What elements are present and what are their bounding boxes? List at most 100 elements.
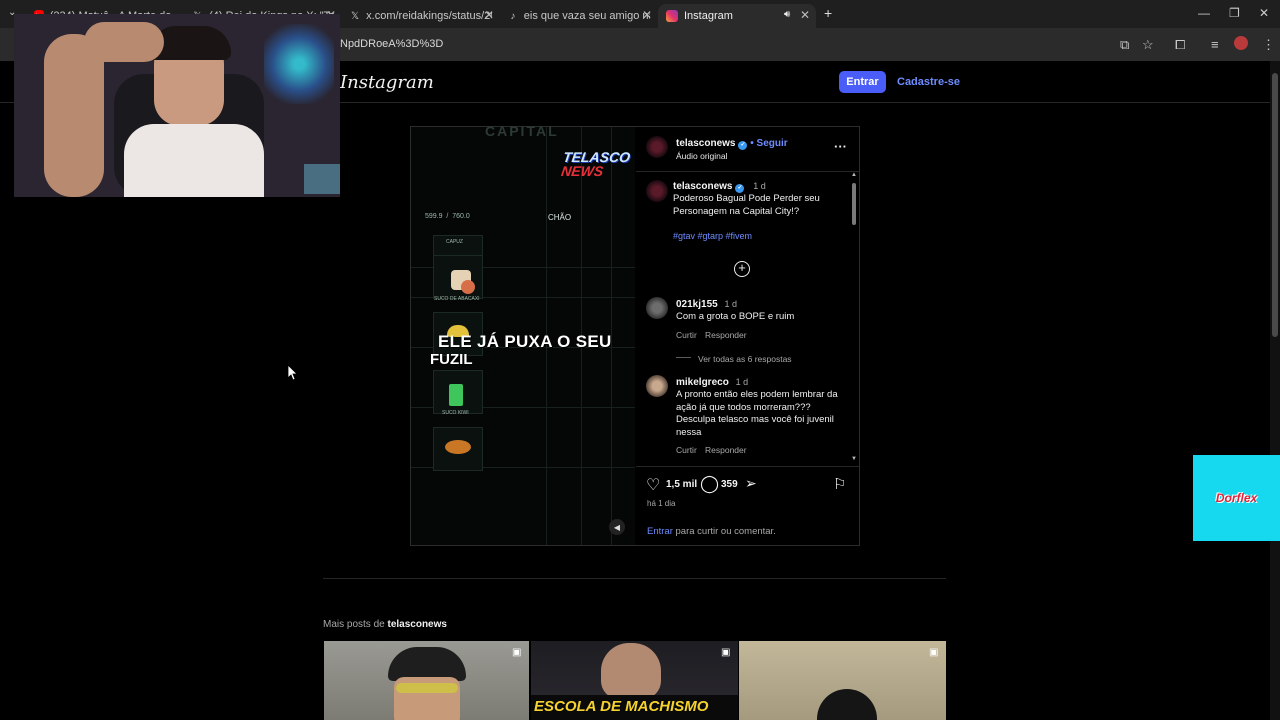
follow-button[interactable]: • Seguir [750, 138, 787, 149]
signup-link[interactable]: Cadastre-se [897, 76, 960, 88]
floor-label: CHÃO [548, 213, 572, 222]
post-age: há 1 dia [647, 499, 676, 508]
profile-avatar[interactable] [1234, 36, 1248, 50]
logo-line-2: NEWS [560, 163, 605, 179]
person-head [601, 643, 661, 699]
video-overlay-title-2: FUZIL [430, 351, 473, 368]
post-author-username[interactable]: telasconews [676, 138, 735, 149]
comments-scrollbar[interactable]: ▲ ▼ [851, 172, 857, 464]
login-prompt-text: para curtir ou comentar. [672, 526, 776, 537]
login-button[interactable]: Entrar [839, 71, 886, 93]
avatar[interactable] [646, 297, 668, 319]
share-icon[interactable]: ➢ [745, 475, 757, 492]
caption-username[interactable]: telasconews [673, 181, 732, 192]
tab-3[interactable]: 𝕏 x.com/reidakings/status/20295 ✕ [342, 4, 500, 28]
post-thumbnail[interactable]: ESCOLA DE MACHISMO ▣ [531, 641, 738, 720]
more-posts-heading: Mais posts de telasconews [323, 619, 447, 630]
tab-title: x.com/reidakings/status/20295 [366, 10, 492, 22]
login-prompt: Entrar para curtir ou comentar. [647, 526, 776, 539]
tab-instagram[interactable]: Instagram 🔊︎ ✕ [658, 4, 816, 28]
x-icon: 𝕏 [351, 10, 360, 22]
comment-username[interactable]: 021kj155 [676, 299, 718, 310]
page-scrollbar[interactable] [1270, 61, 1280, 720]
post-author-row: telasconews ✓ • Seguir [676, 138, 788, 150]
reply-link[interactable]: Responder [705, 445, 747, 455]
avatar[interactable] [646, 136, 668, 158]
caption-hashtags[interactable]: #gtav #gtarp #fivem [673, 230, 752, 243]
restore-icon[interactable]: ❐ [1229, 6, 1240, 20]
comment-time: 1 d [724, 299, 738, 309]
tab-4[interactable]: ♪ eis que vaza seu amigo na igrej ✕ [500, 4, 658, 28]
login-link[interactable]: Entrar [647, 526, 673, 537]
item-label: CAPUZ [446, 239, 463, 245]
scroll-down-icon[interactable]: ▼ [851, 456, 857, 462]
caption-header: telasconews ✓ 1 d [673, 181, 766, 193]
more-options-icon[interactable]: ··· [834, 139, 847, 154]
comment-username[interactable]: mikelgreco [676, 377, 729, 388]
close-window-icon[interactable]: ✕ [1259, 6, 1269, 20]
close-tab-icon[interactable]: ✕ [800, 8, 810, 22]
like-count[interactable]: 1,5 mil [666, 479, 697, 490]
item-label: SUCO DE ABACAXI [434, 296, 480, 302]
video-overlay-title: ELE JÁ PUXA O SEU [438, 332, 612, 351]
post-action-bar: ♡ 1,5 mil ◯ 359 ➢ ⚐ há 1 dia Entrar para… [636, 466, 859, 546]
comment-header: mikelgreco 1 d [676, 377, 748, 388]
food-item-icon [445, 440, 471, 454]
close-tab-icon[interactable]: ✕ [642, 8, 652, 22]
telasco-news-logo: TELASCO NEWS [560, 149, 632, 182]
avatar[interactable] [646, 180, 668, 202]
audio-label[interactable]: Áudio original [676, 151, 728, 161]
close-tab-icon[interactable]: ✕ [484, 8, 494, 22]
more-posts-username[interactable]: telasconews [387, 619, 446, 630]
tab-title: eis que vaza seu amigo na igrej [523, 10, 650, 22]
monitor-glow [264, 24, 334, 104]
like-comment-link[interactable]: Curtir [676, 330, 697, 340]
fruit-item-icon [461, 280, 475, 294]
tiktok-icon: ♪ [510, 10, 516, 22]
mute-toggle-icon[interactable]: ◀︎ [609, 519, 625, 535]
shirt [124, 124, 264, 197]
beanie [388, 647, 466, 681]
comment-time: 1 d [735, 377, 749, 387]
reply-link[interactable]: Responder [705, 330, 747, 340]
tab-title: Instagram [684, 10, 733, 22]
save-bookmark-icon[interactable]: ⚐ [833, 475, 846, 493]
speaker-icon[interactable]: 🔊︎ [784, 9, 790, 20]
view-replies-link[interactable]: Ver todas as 6 respostas [698, 354, 792, 364]
install-app-icon[interactable]: ⧉ [1120, 37, 1129, 53]
caption-text: Poderoso Bagual Pode Perder seu Personag… [673, 193, 820, 217]
post-thumbnail[interactable]: ▣ [324, 641, 529, 720]
verified-badge-icon: ✓ [735, 184, 745, 193]
url-text[interactable]: NpdDRoeA%3D%3D [340, 38, 443, 50]
load-more-comments-icon[interactable]: + [734, 261, 750, 277]
avatar[interactable] [646, 375, 668, 397]
cap [817, 689, 877, 720]
caption-time: 1 d [753, 181, 766, 191]
logo-line-1: TELASCO [562, 149, 632, 165]
heart-icon[interactable]: ♡ [646, 475, 660, 495]
comment-icon[interactable]: ◯ [700, 474, 719, 494]
bookmark-star-icon[interactable]: ☆ [1142, 37, 1154, 53]
hand [84, 22, 164, 62]
video-capital-text: CAPITAL [485, 123, 559, 139]
post-thumbnail[interactable]: ▣ [739, 641, 946, 720]
new-tab-icon[interactable]: + [824, 5, 832, 21]
browser-menu-icon[interactable]: ⋮ [1262, 37, 1275, 53]
comment-count[interactable]: 359 [721, 479, 738, 490]
minimize-icon[interactable]: — [1198, 6, 1210, 20]
dorflex-ad[interactable]: Dorflex [1193, 455, 1280, 541]
comment-text: Com a grota o BOPE e ruim [676, 311, 795, 322]
instagram-logo[interactable]: Instagram [340, 72, 434, 93]
reel-icon: ▣ [512, 647, 522, 658]
extensions-icon[interactable]: ⧠ [1175, 37, 1185, 53]
keyboard-glow [304, 164, 340, 194]
thumb-caption: ESCOLA DE MACHISMO [534, 698, 709, 715]
weight-stat: 599.9 / 760.0 [425, 213, 470, 220]
more-posts-prefix: Mais posts de [323, 619, 388, 630]
verified-badge-icon: ✓ [738, 141, 748, 150]
media-controls-icon[interactable]: ≡ [1211, 37, 1219, 52]
scroll-up-icon[interactable]: ▲ [851, 172, 857, 178]
comment-text: A pronto então eles podem lembrar da açã… [676, 389, 838, 438]
like-comment-link[interactable]: Curtir [676, 445, 697, 455]
sunglasses [396, 683, 458, 693]
